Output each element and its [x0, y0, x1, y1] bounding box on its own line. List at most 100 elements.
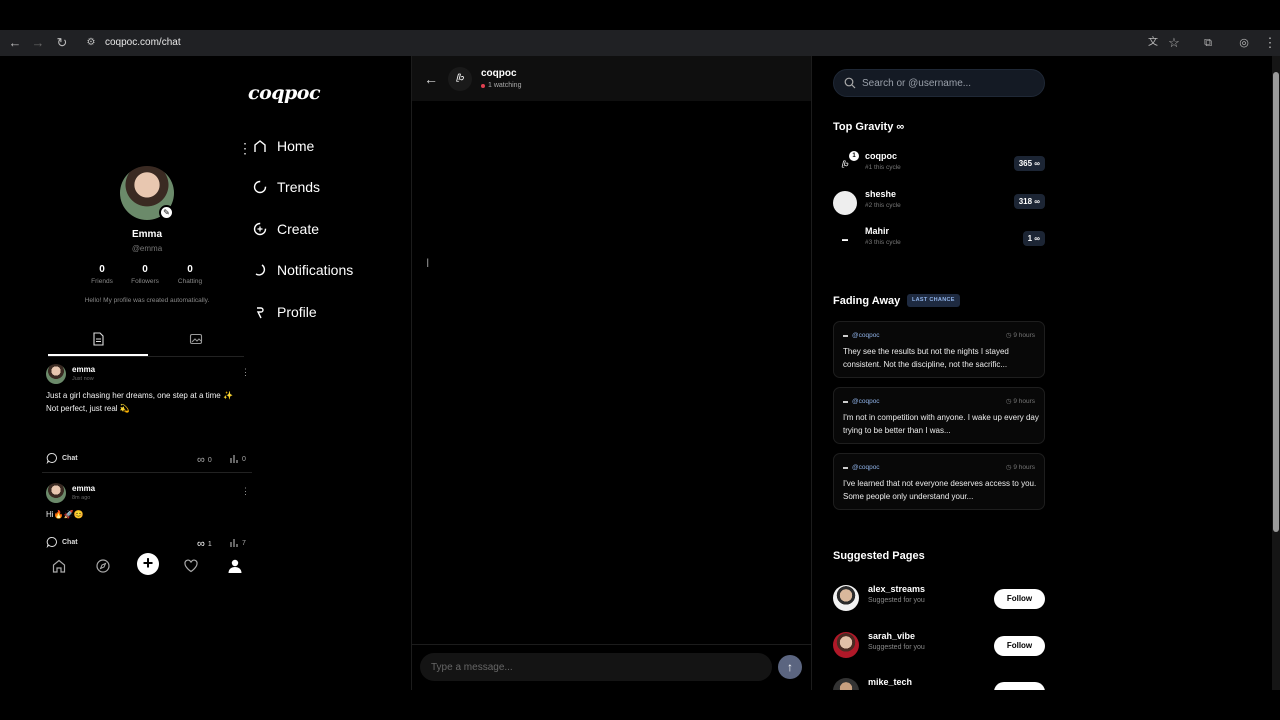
- stat-label: Friends: [91, 278, 113, 285]
- post-views-count: 0: [229, 454, 246, 464]
- address-bar[interactable]: coqpoc.com/chat: [105, 37, 181, 48]
- search-input[interactable]: [862, 70, 1042, 96]
- top-gravity-heading: Top Gravity ∞: [833, 121, 905, 133]
- chat-title[interactable]: coqpoc: [481, 68, 517, 79]
- extensions-icon[interactable]: ⧉: [1200, 35, 1216, 51]
- user-rank: #2 this cycle: [865, 202, 901, 209]
- create-post-button[interactable]: +: [137, 553, 159, 575]
- browser-menu-icon[interactable]: ⋮: [1262, 35, 1278, 51]
- follow-button[interactable]: [994, 682, 1045, 690]
- post-more-icon[interactable]: ⋮: [241, 367, 250, 378]
- fading-post-card[interactable]: @coqpoc ◷ 9 hours I've learned that not …: [833, 453, 1045, 510]
- user-name[interactable]: sarah_vibe: [868, 631, 915, 641]
- screen-bottom-bar: [0, 690, 1280, 720]
- post-timestamp: 8m ago: [72, 495, 91, 501]
- user-avatar[interactable]: [833, 585, 859, 611]
- post-chat-button[interactable]: Chat: [46, 452, 78, 464]
- chat-panel: ← ᥫᩣ coqpoc 1 watching I ↑: [411, 56, 812, 690]
- bookmark-star-icon[interactable]: ☆: [1166, 35, 1182, 51]
- user-name[interactable]: mike_tech: [868, 677, 912, 687]
- stat-value: 0: [99, 264, 105, 275]
- post-text: Hi🔥🚀😊: [46, 510, 84, 519]
- text-cursor-icon: I: [426, 256, 430, 270]
- post-author-name[interactable]: emma: [72, 484, 95, 493]
- top-gravity-item[interactable]: ᥫᩣ 1 coqpoc #1 this cycle 365 ∞: [833, 150, 1045, 180]
- back-arrow-icon[interactable]: ←: [7, 35, 23, 51]
- gravity-score: 365 ∞: [1013, 156, 1045, 171]
- watching-count: 1 watching: [488, 82, 522, 89]
- suggestion-reason: Suggested for you: [868, 644, 925, 651]
- follow-button[interactable]: Follow: [994, 589, 1045, 609]
- post-gravity-count[interactable]: ∞ 1: [197, 538, 212, 550]
- post-text: Just a girl chasing her dreams, one step…: [46, 391, 233, 413]
- post-author-name[interactable]: emma: [72, 365, 95, 374]
- message-input[interactable]: [420, 653, 772, 681]
- post-more-icon[interactable]: ⋮: [241, 486, 250, 497]
- app-logo[interactable]: coqpoc: [248, 82, 321, 104]
- post-divider: [42, 472, 252, 473]
- fading-post-card[interactable]: @coqpoc ◷ 9 hours I'm not in competition…: [833, 387, 1045, 444]
- back-arrow-icon[interactable]: ←: [424, 71, 438, 87]
- infinity-icon: ∞: [197, 454, 205, 466]
- post-time: ◷ 9 hours: [1006, 397, 1035, 405]
- compass-icon[interactable]: [95, 558, 111, 574]
- post-timestamp: Just now: [72, 376, 94, 382]
- post-author-avatar[interactable]: [46, 483, 66, 503]
- suggested-page-item[interactable]: alex_streams Suggested for you Follow: [833, 583, 1045, 613]
- home-icon[interactable]: [51, 558, 67, 574]
- user-avatar[interactable]: [833, 678, 859, 690]
- site-settings-icon[interactable]: ⚙: [83, 35, 99, 51]
- gravity-score: 1 ∞: [1022, 231, 1045, 246]
- top-gravity-item[interactable]: sheshe #2 this cycle 318 ∞: [833, 188, 1045, 218]
- search-box[interactable]: [833, 69, 1045, 97]
- post-gravity-count[interactable]: ∞ 0: [197, 454, 212, 466]
- suggested-page-item[interactable]: mike_tech: [833, 676, 1045, 690]
- send-button[interactable]: ↑: [778, 655, 802, 679]
- edit-avatar-icon[interactable]: ✎: [159, 205, 174, 220]
- stat-friends[interactable]: 0 Friends: [82, 264, 122, 285]
- stat-label: Chatting: [177, 278, 203, 285]
- post-time: ◷ 9 hours: [1006, 331, 1035, 339]
- post-chat-button[interactable]: Chat: [46, 536, 78, 548]
- post-excerpt: They see the results but not the nights …: [843, 347, 1009, 369]
- heart-icon[interactable]: [183, 558, 199, 574]
- more-vertical-icon[interactable]: ⋮: [238, 140, 252, 157]
- post-time: ◷ 9 hours: [1006, 463, 1035, 471]
- user-name[interactable]: alex_streams: [868, 584, 925, 594]
- nav-item-notifications[interactable]: Notifications: [253, 262, 353, 278]
- post-views-value: 0: [242, 455, 246, 463]
- media-tab-icon[interactable]: [189, 332, 203, 346]
- trends-icon: [253, 180, 267, 194]
- user-dot-icon: [843, 466, 848, 469]
- fading-post-card[interactable]: @coqpoc ◷ 9 hours They see the results b…: [833, 321, 1045, 378]
- infinity-icon: ∞: [197, 538, 205, 550]
- posts-tab-icon[interactable]: [91, 332, 105, 346]
- forward-arrow-icon[interactable]: →: [30, 35, 46, 51]
- profile-username: @emma: [131, 244, 163, 253]
- post-excerpt: I'm not in competition with anyone. I wa…: [843, 413, 1039, 435]
- post-author-avatar[interactable]: [46, 364, 66, 384]
- reload-icon[interactable]: ↻: [54, 35, 70, 51]
- nav-item-profile[interactable]: Profile: [253, 304, 317, 320]
- follow-button[interactable]: Follow: [994, 636, 1045, 656]
- translate-icon[interactable]: 文: [1145, 35, 1161, 51]
- nav-item-trends[interactable]: Trends: [253, 179, 320, 195]
- account-icon[interactable]: ◎: [1236, 35, 1252, 51]
- post-views-value: 7: [242, 539, 246, 547]
- user-avatar[interactable]: [833, 632, 859, 658]
- profile-name: Emma: [131, 229, 162, 240]
- stat-chatting[interactable]: 0 Chatting: [170, 264, 210, 285]
- user-icon: [256, 307, 264, 319]
- top-gravity-item[interactable]: ▬ Mahir #3 this cycle 1 ∞: [833, 225, 1045, 255]
- stat-followers[interactable]: 0 Followers: [125, 264, 165, 285]
- user-icon[interactable]: [227, 558, 243, 574]
- nav-item-home[interactable]: Home: [253, 138, 314, 154]
- chat-avatar[interactable]: ᥫᩣ: [448, 67, 472, 91]
- live-dot-icon: [481, 83, 485, 88]
- suggestion-reason: Suggested for you: [868, 597, 925, 604]
- suggested-page-item[interactable]: sarah_vibe Suggested for you Follow: [833, 630, 1045, 660]
- home-icon: [254, 140, 266, 152]
- nav-item-create[interactable]: Create: [253, 221, 319, 237]
- nav-item-label: Trends: [277, 179, 321, 195]
- scrollbar-thumb[interactable]: [1273, 72, 1279, 532]
